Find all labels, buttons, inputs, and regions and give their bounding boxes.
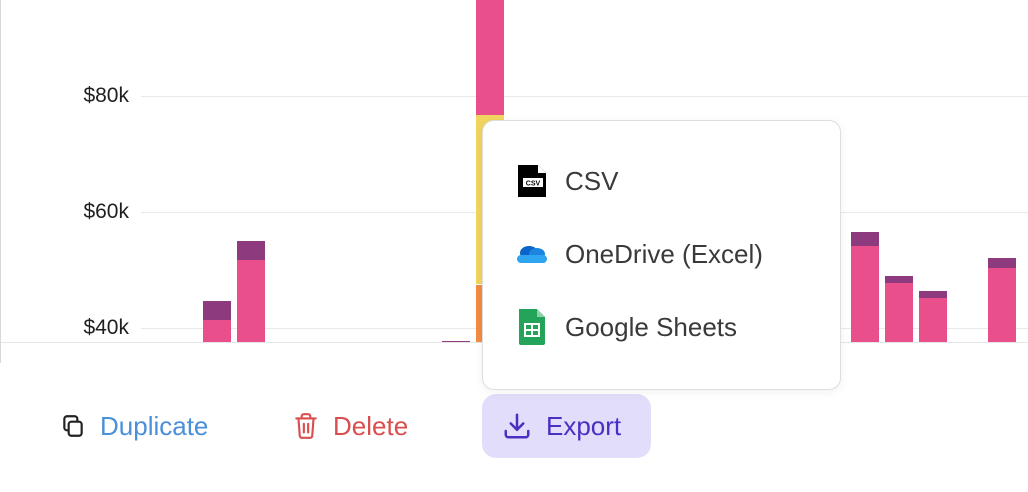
export-button[interactable]: Export bbox=[482, 394, 651, 458]
bar-segment-pink bbox=[988, 268, 1016, 342]
export-label: Export bbox=[546, 410, 622, 441]
bar-segment-pink bbox=[851, 246, 879, 342]
bar-segment-purple bbox=[203, 301, 231, 321]
chart-bar bbox=[237, 0, 265, 342]
y-tick-label: $40k bbox=[83, 316, 129, 339]
duplicate-label: Duplicate bbox=[100, 410, 209, 441]
bar-segment-purple bbox=[885, 275, 913, 284]
svg-text:CSV: CSV bbox=[526, 181, 541, 188]
bar-segment-pink bbox=[203, 320, 231, 342]
onedrive-icon bbox=[515, 232, 549, 276]
bar-segment-purple bbox=[237, 241, 265, 260]
chart-bar bbox=[442, 0, 470, 342]
chart-bar bbox=[134, 0, 162, 342]
download-icon bbox=[502, 411, 532, 441]
csv-file-icon: CSV bbox=[515, 159, 549, 203]
export-menu-item-onedrive[interactable]: OneDrive (Excel) bbox=[515, 232, 763, 276]
bar-segment-pink bbox=[919, 298, 947, 342]
google-sheets-icon bbox=[515, 305, 549, 349]
bar-segment-pink bbox=[476, 0, 504, 116]
y-tick-label: $80k bbox=[83, 84, 129, 107]
trash-icon bbox=[293, 412, 319, 440]
bar-segment-purple bbox=[851, 231, 879, 247]
chart-bar bbox=[339, 0, 367, 342]
y-tick-label: $60k bbox=[83, 200, 129, 223]
chart-bar bbox=[203, 0, 231, 342]
bar-segment-pink bbox=[237, 259, 265, 342]
export-menu: CSV CSV OneDrive (Excel) Google Sheets bbox=[482, 120, 841, 390]
chart-bar bbox=[885, 0, 913, 342]
bar-segment-pink bbox=[885, 283, 913, 342]
delete-button[interactable]: Delete bbox=[293, 394, 408, 458]
duplicate-icon bbox=[60, 413, 86, 439]
duplicate-button[interactable]: Duplicate bbox=[60, 394, 208, 458]
chart-bar bbox=[988, 0, 1016, 342]
chart-bar bbox=[919, 0, 947, 342]
export-menu-item-google-sheets[interactable]: Google Sheets bbox=[515, 305, 737, 349]
export-menu-item-label: CSV bbox=[565, 165, 619, 196]
export-menu-item-csv[interactable]: CSV CSV bbox=[515, 159, 618, 203]
export-menu-item-label: Google Sheets bbox=[565, 311, 738, 342]
export-menu-item-label: OneDrive (Excel) bbox=[565, 238, 763, 269]
delete-label: Delete bbox=[333, 410, 409, 441]
bar-segment-purple bbox=[988, 258, 1016, 269]
bar-segment-purple bbox=[919, 291, 947, 299]
chart-bar bbox=[851, 0, 879, 342]
